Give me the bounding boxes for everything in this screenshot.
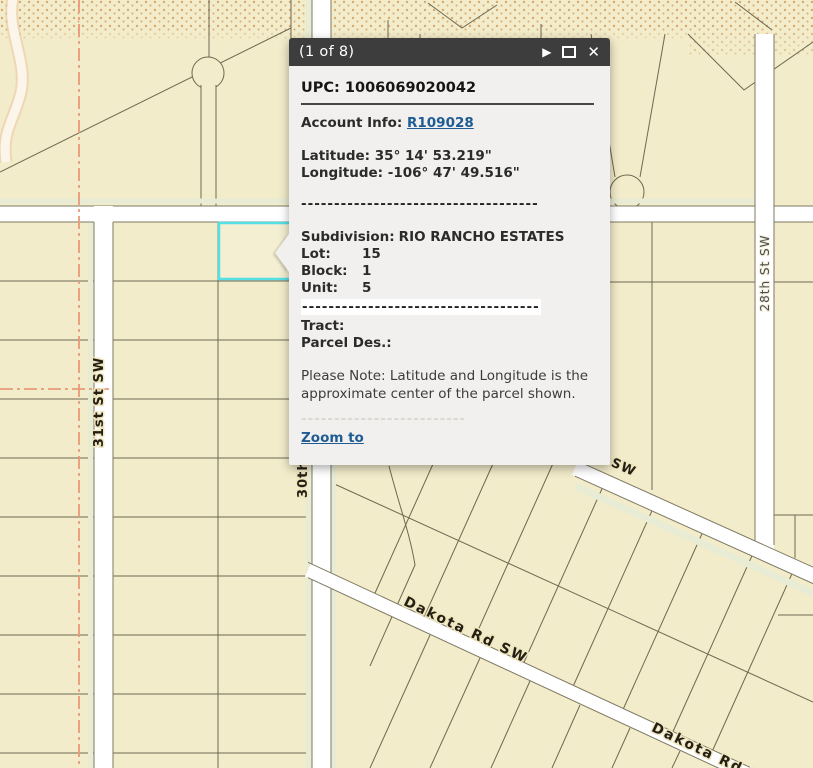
block-row: Block: 1	[301, 263, 598, 280]
street-label-28th: 28th St SW	[758, 234, 772, 311]
road-31st	[94, 206, 113, 768]
lot-label: Lot:	[301, 246, 362, 263]
lot-value: 15	[362, 246, 381, 263]
divider-rule	[301, 103, 594, 105]
latitude-value: 35° 14' 53.219"	[375, 148, 492, 164]
latitude-row: Latitude: 35° 14' 53.219"	[301, 148, 598, 165]
dash-separator-faint: ------------------------------------	[301, 411, 464, 428]
upc-row: UPC: 1006069020042	[301, 80, 598, 97]
upc-value: 1006069020042	[345, 80, 476, 96]
close-icon[interactable]: ✕	[587, 45, 600, 60]
subdivision-label: Subdivision:	[301, 229, 399, 246]
dash-separator-highlighted: ------------------------------------	[301, 299, 598, 316]
parcel-info-popup: (1 of 8) ▶ ✕ UPC: 1006069020042 Account …	[289, 38, 610, 465]
popup-callout-pointer	[275, 234, 289, 272]
longitude-label: Longitude:	[301, 165, 383, 181]
popup-body: UPC: 1006069020042 Account Info: R109028…	[289, 66, 610, 465]
popup-note: Please Note: Latitude and Longitude is t…	[301, 368, 591, 403]
subdivision-value: RIO RANCHO ESTATES	[399, 229, 565, 246]
popup-header: (1 of 8) ▶ ✕	[289, 38, 610, 66]
zoom-to-link[interactable]: Zoom to	[301, 430, 364, 446]
subdivision-row: Subdivision: RIO RANCHO ESTATES	[301, 229, 598, 246]
popup-pager: (1 of 8)	[299, 44, 531, 60]
next-feature-icon[interactable]: ▶	[542, 46, 551, 58]
tract-label: Tract:	[301, 318, 344, 334]
account-link[interactable]: R109028	[407, 115, 474, 131]
parcel-des-label: Parcel Des.:	[301, 335, 392, 351]
account-label: Account Info:	[301, 115, 402, 131]
unit-row: Unit: 5	[301, 280, 598, 297]
account-row: Account Info: R109028	[301, 115, 598, 132]
street-label-31st: 31st St SW	[92, 357, 107, 447]
longitude-row: Longitude: -106° 47' 49.516"	[301, 165, 598, 182]
longitude-value: -106° 47' 49.516"	[388, 165, 520, 181]
lot-row: Lot: 15	[301, 246, 598, 263]
latitude-label: Latitude:	[301, 148, 370, 164]
parcel-des-row: Parcel Des.:	[301, 335, 598, 352]
dash-separator: ------------------------------------	[301, 196, 598, 213]
unit-label: Unit:	[301, 280, 362, 297]
block-label: Block:	[301, 263, 362, 280]
block-value: 1	[362, 263, 371, 280]
tract-row: Tract:	[301, 318, 598, 335]
unit-value: 5	[362, 280, 371, 297]
map-viewport[interactable]: 31st St SW 30th St SW 28th St SW SW Dako…	[0, 0, 813, 768]
upc-label: UPC:	[301, 80, 340, 96]
maximize-icon[interactable]	[562, 46, 576, 58]
